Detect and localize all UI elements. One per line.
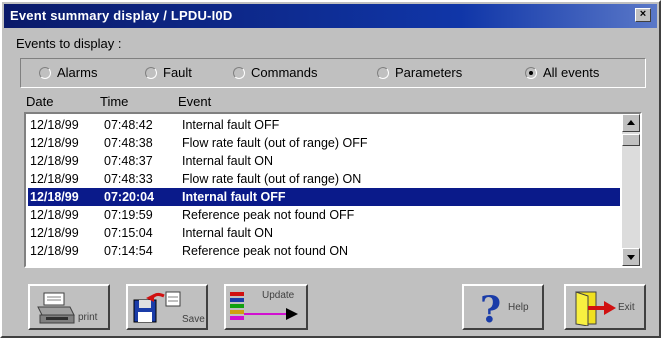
scroll-thumb[interactable] — [622, 134, 640, 146]
vertical-scrollbar[interactable] — [622, 114, 640, 266]
table-row-selected[interactable]: 12/18/99 07:20:04 Internal fault OFF — [28, 188, 620, 206]
events-to-display-label: Events to display : — [16, 36, 122, 51]
table-row[interactable]: 12/18/99 07:14:54 Reference peak not found… — [28, 242, 620, 260]
help-question-icon: ? — [480, 290, 501, 326]
print-button[interactable]: print — [28, 284, 110, 330]
event-summary-window: Event summary display / LPDU-I0D × Event… — [0, 0, 661, 338]
table-row[interactable]: 12/18/99 07:48:37 Internal fault ON — [28, 152, 620, 170]
event-list[interactable]: 12/18/99 07:48:42 Internal fault OFF 12/18… — [24, 112, 642, 268]
save-button[interactable]: Save — [126, 284, 208, 330]
radio-button-selected-icon — [525, 67, 537, 79]
help-label: Help — [508, 302, 529, 313]
column-header-time: Time — [100, 94, 129, 109]
table-row[interactable]: 12/18/99 07:19:59 Reference peak not found… — [28, 206, 620, 224]
close-icon: × — [639, 8, 647, 20]
save-label: Save — [182, 314, 205, 325]
radio-label: Alarms — [57, 65, 98, 80]
exit-label: Exit — [618, 302, 635, 313]
column-header-event: Event — [178, 94, 212, 109]
scroll-down-button[interactable] — [622, 248, 640, 266]
table-row[interactable]: 12/18/99 07:48:42 Internal fault OFF — [28, 116, 620, 134]
update-button[interactable]: Update — [224, 284, 308, 330]
cell-date: 12/18/99 — [30, 190, 79, 204]
cell-event: Internal fault OFF — [182, 190, 286, 204]
radio-label: Commands — [251, 65, 318, 80]
cell-date: 12/18/99 — [30, 172, 79, 186]
help-button[interactable]: ? Help — [462, 284, 544, 330]
cell-time: 07:48:42 — [104, 118, 153, 132]
cell-time: 07:19:59 — [104, 208, 153, 222]
column-header-date: Date — [26, 94, 54, 109]
radio-button-icon — [377, 67, 389, 79]
cell-event: Flow rate fault (out of range) OFF — [182, 136, 368, 150]
table-row[interactable]: 12/18/99 07:48:33 Flow rate fault (out of … — [28, 170, 620, 188]
print-label: print — [78, 312, 98, 323]
table-row[interactable]: 12/18/99 07:48:38 Flow rate fault (out of … — [28, 134, 620, 152]
radio-button-icon — [39, 67, 51, 79]
svg-text:?: ? — [480, 290, 501, 326]
update-label: Update — [262, 290, 295, 301]
radio-button-icon — [145, 67, 157, 79]
event-filter-group: Alarms Fault Commands Parameters All eve… — [20, 58, 646, 88]
cell-date: 12/18/99 — [30, 136, 79, 150]
cell-time: 07:14:54 — [104, 244, 153, 258]
printer-icon — [37, 292, 75, 324]
arrow-down-icon — [627, 255, 635, 260]
arrow-right-icon — [244, 308, 298, 320]
title-bar: Event summary display / LPDU-I0D × — [4, 4, 657, 28]
cell-event: Flow rate fault (out of range) ON — [182, 172, 362, 186]
event-rows: 12/18/99 07:48:42 Internal fault OFF 12/18… — [28, 116, 620, 260]
close-button[interactable]: × — [635, 8, 651, 22]
radio-alarms[interactable]: Alarms — [39, 65, 97, 80]
cell-event: Internal fault ON — [182, 154, 274, 168]
radio-label: All events — [543, 65, 600, 80]
radio-commands[interactable]: Commands — [233, 65, 317, 80]
cell-time: 07:48:38 — [104, 136, 153, 150]
cell-event: Reference peak not found OFF — [182, 208, 355, 222]
cell-date: 12/18/99 — [30, 226, 79, 240]
radio-fault[interactable]: Fault — [145, 65, 192, 80]
scroll-up-button[interactable] — [622, 114, 640, 132]
exit-button[interactable]: Exit — [564, 284, 646, 330]
cell-date: 12/18/99 — [30, 244, 79, 258]
radio-label: Fault — [163, 65, 192, 80]
cell-time: 07:15:04 — [104, 226, 153, 240]
radio-parameters[interactable]: Parameters — [377, 65, 462, 80]
radio-all-events[interactable]: All events — [525, 65, 599, 80]
exit-door-icon — [575, 291, 616, 326]
cell-event: Internal fault OFF — [182, 118, 280, 132]
cell-date: 12/18/99 — [30, 154, 79, 168]
radio-button-icon — [233, 67, 245, 79]
cell-time: 07:48:33 — [104, 172, 153, 186]
radio-label: Parameters — [395, 65, 463, 80]
table-row[interactable]: 12/18/99 07:15:04 Internal fault ON — [28, 224, 620, 242]
cell-time: 07:48:37 — [104, 154, 153, 168]
arrow-up-icon — [627, 120, 635, 125]
cell-event: Reference peak not found ON — [182, 244, 349, 258]
window-title: Event summary display / LPDU-I0D — [10, 8, 233, 23]
cell-date: 12/18/99 — [30, 208, 79, 222]
cell-date: 12/18/99 — [30, 118, 79, 132]
cell-time: 07:20:04 — [104, 190, 155, 204]
cell-event: Internal fault ON — [182, 226, 274, 240]
save-disk-icon — [133, 291, 181, 323]
